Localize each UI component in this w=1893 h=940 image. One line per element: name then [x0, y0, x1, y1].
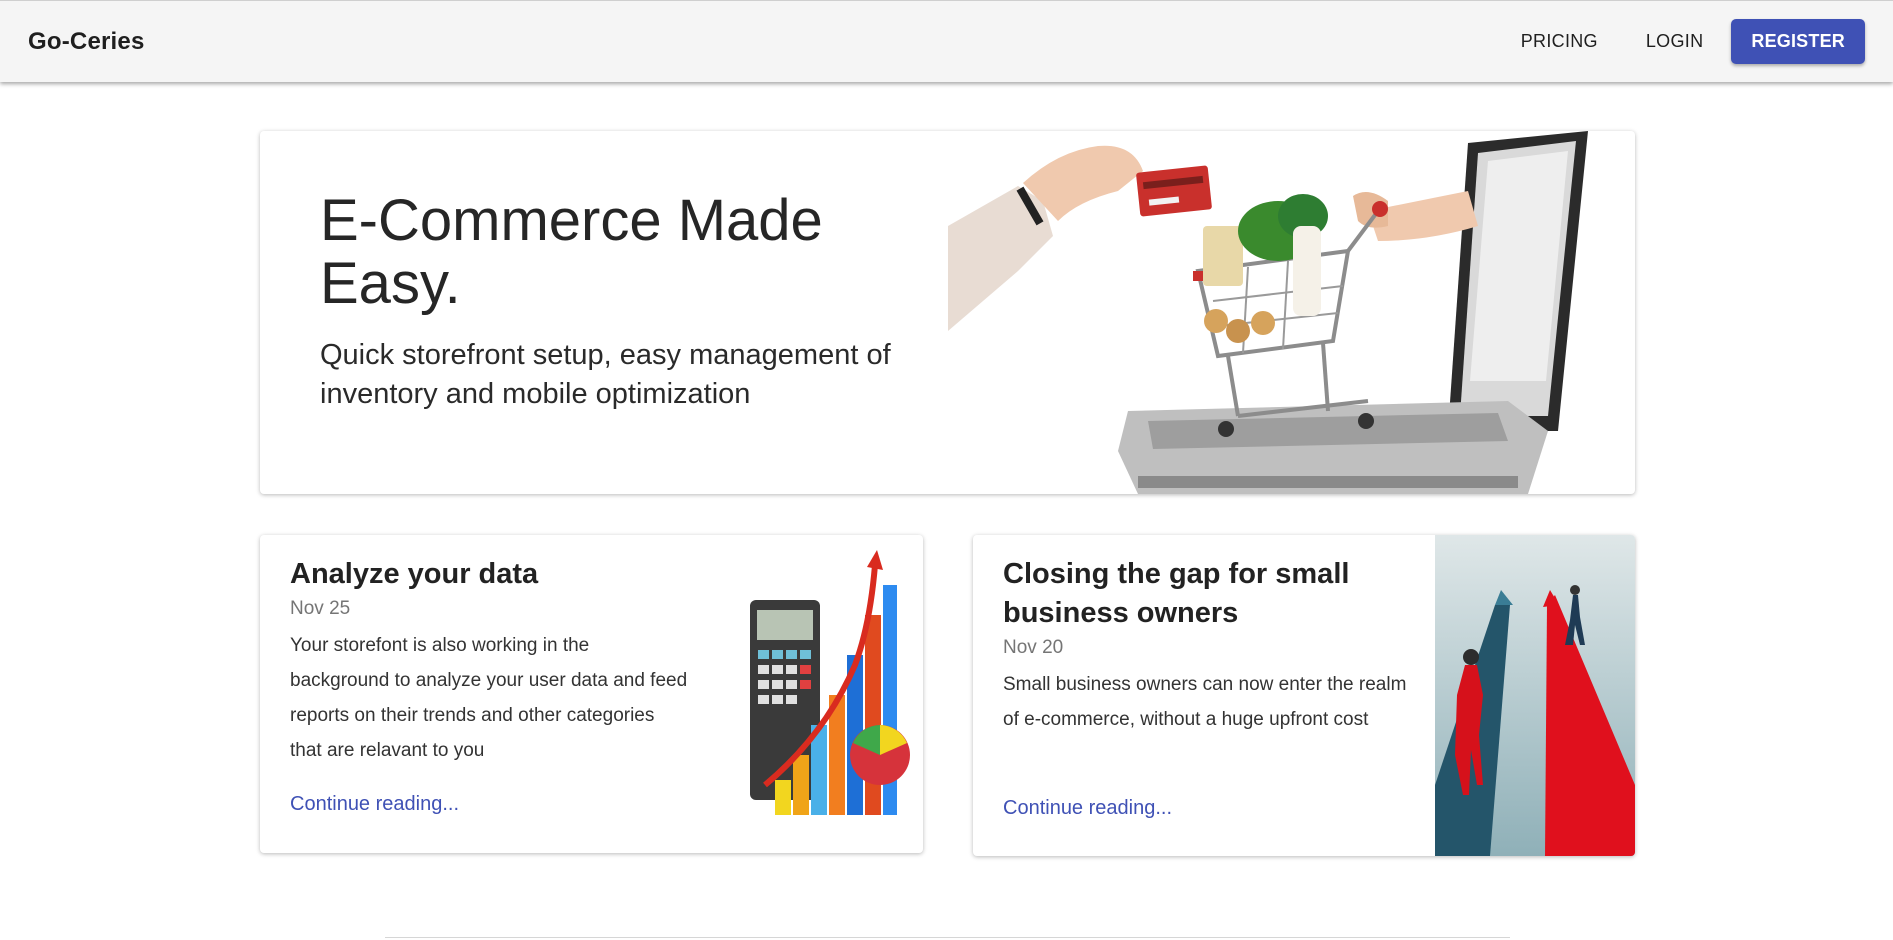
card-title: Analyze your data	[290, 558, 539, 590]
app-bar: Go-Ceries PRICING LOGIN REGISTER	[0, 0, 1893, 82]
hero-subtitle: Quick storefront setup, easy management …	[320, 339, 891, 410]
register-button[interactable]: REGISTER	[1731, 19, 1865, 64]
continue-reading-link[interactable]: Continue reading...	[1003, 797, 1172, 820]
card-text: Your storefont is also working in the ba…	[290, 635, 688, 761]
card-text: Small business owners can now enter the …	[1003, 674, 1407, 730]
blog-card-analyze: Analyze your data Nov 25 Your storefont …	[260, 535, 923, 853]
login-link[interactable]: LOGIN	[1626, 21, 1724, 62]
analytics-chart-image	[750, 550, 910, 815]
hero-title: E-Commerce Made Easy.	[320, 188, 823, 316]
card-date: Nov 25	[290, 598, 351, 619]
brand-logo[interactable]: Go-Ceries	[28, 28, 145, 56]
hero-card: E-Commerce Made Easy. Quick storefront s…	[260, 131, 1635, 494]
business-arrows-image	[1435, 535, 1635, 856]
blog-card-closing-gap: Closing the gap for small business owner…	[973, 535, 1635, 856]
pricing-link[interactable]: PRICING	[1501, 21, 1618, 62]
card-title: Closing the gap for small business owner…	[1003, 558, 1350, 629]
top-nav: PRICING LOGIN REGISTER	[1501, 19, 1865, 64]
footer-divider	[385, 937, 1510, 938]
continue-reading-link[interactable]: Continue reading...	[290, 793, 459, 816]
shopping-cart-laptop-illustration	[948, 131, 1588, 494]
card-date: Nov 20	[1003, 637, 1064, 658]
